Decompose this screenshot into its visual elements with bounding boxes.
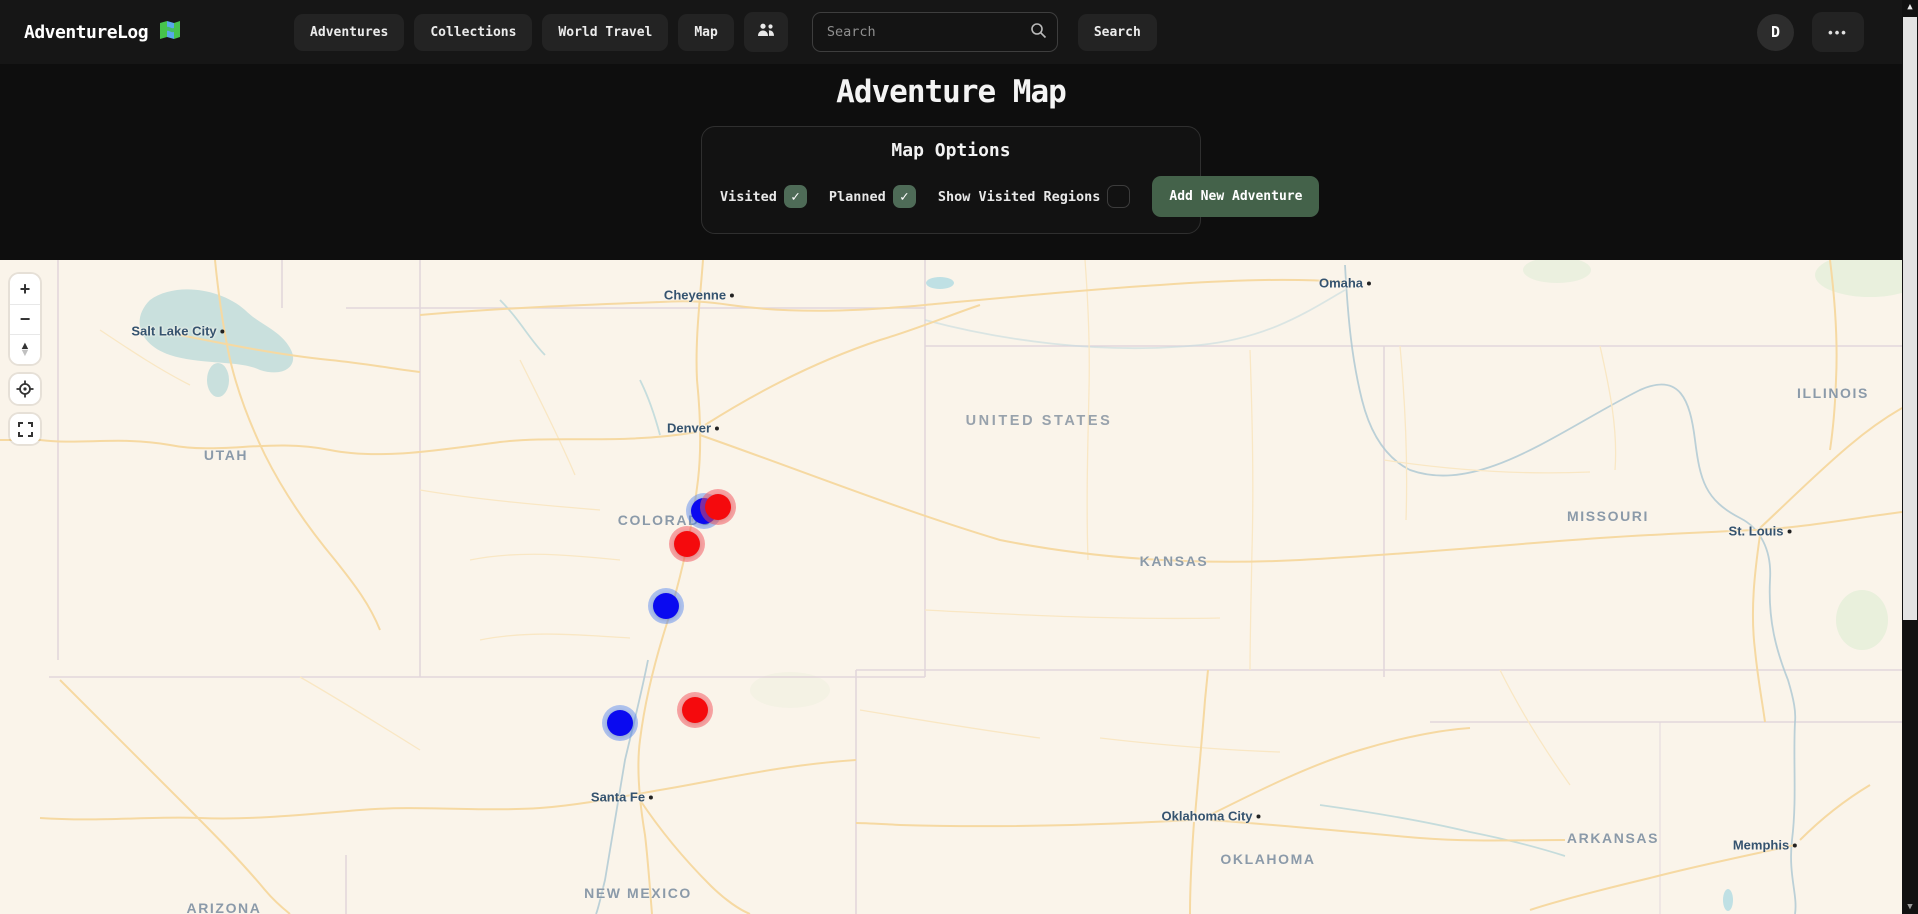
state-label: ARKANSAS bbox=[1567, 830, 1659, 846]
state-label: MISSOURI bbox=[1567, 508, 1649, 524]
scrollbar-up-arrow[interactable]: ▲ bbox=[1902, 2, 1918, 12]
city-label: Denver bbox=[667, 421, 719, 436]
blue-adventure-marker[interactable] bbox=[607, 710, 633, 736]
city-dot bbox=[1793, 843, 1797, 847]
show-regions-checkbox[interactable] bbox=[1107, 185, 1130, 208]
map-options-heading: Map Options bbox=[720, 140, 1182, 161]
navbar: AdventureLog Adventures Collections Worl… bbox=[0, 0, 1902, 64]
show-regions-toggle: Show Visited Regions bbox=[938, 185, 1131, 208]
users-button[interactable] bbox=[744, 12, 788, 52]
fullscreen-control-group bbox=[10, 414, 40, 444]
hero-section: Adventure Map Map Options Visited ✓ Plan… bbox=[0, 64, 1902, 260]
city-dot bbox=[715, 426, 719, 430]
city-label: Cheyenne bbox=[664, 288, 734, 303]
show-regions-label: Show Visited Regions bbox=[938, 189, 1101, 205]
country-label: UNITED STATES bbox=[966, 413, 1113, 429]
city-label: St. Louis bbox=[1729, 524, 1792, 539]
main-nav: Adventures Collections World Travel Map … bbox=[294, 12, 1157, 52]
city-label: Memphis bbox=[1733, 838, 1797, 853]
navbar-right: D ••• bbox=[1757, 12, 1878, 52]
search-button[interactable]: Search bbox=[1078, 14, 1157, 51]
compass-button[interactable]: ▲▼ bbox=[10, 334, 40, 364]
city-dot bbox=[1367, 281, 1371, 285]
state-label: OKLAHOMA bbox=[1220, 851, 1315, 867]
planned-toggle: Planned ✓ bbox=[829, 185, 916, 208]
state-label: ILLINOIS bbox=[1797, 385, 1869, 401]
locate-icon bbox=[16, 380, 34, 398]
map-controls: + − ▲▼ bbox=[10, 274, 40, 444]
city-label: Oklahoma City bbox=[1161, 809, 1260, 824]
city-dot bbox=[649, 795, 653, 799]
fullscreen-icon bbox=[17, 421, 34, 438]
planned-label: Planned bbox=[829, 189, 886, 205]
map-options-row: Visited ✓ Planned ✓ Show Visited Regions… bbox=[720, 176, 1182, 217]
scrollbar-thumb[interactable] bbox=[1903, 17, 1917, 620]
app-name: AdventureLog bbox=[24, 22, 148, 43]
search-field-wrap bbox=[812, 12, 1058, 52]
locate-button[interactable] bbox=[10, 374, 40, 404]
compass-icon: ▲▼ bbox=[20, 343, 31, 357]
zoom-out-button[interactable]: − bbox=[10, 304, 40, 334]
planned-checkbox[interactable]: ✓ bbox=[893, 185, 916, 208]
city-label: Santa Fe bbox=[591, 790, 653, 805]
nav-adventures-button[interactable]: Adventures bbox=[294, 14, 404, 51]
nav-collections-button[interactable]: Collections bbox=[414, 14, 532, 51]
zoom-control-group: + − ▲▼ bbox=[10, 274, 40, 364]
map-base-layer bbox=[0, 260, 1902, 914]
city-label: Omaha bbox=[1319, 276, 1371, 291]
city-dot bbox=[221, 329, 225, 333]
nav-world-travel-button[interactable]: World Travel bbox=[542, 14, 668, 51]
avatar[interactable]: D bbox=[1757, 14, 1794, 51]
visited-checkbox[interactable]: ✓ bbox=[784, 185, 807, 208]
red-adventure-marker[interactable] bbox=[682, 697, 708, 723]
visited-label: Visited bbox=[720, 189, 777, 205]
map-logo-icon bbox=[158, 18, 182, 46]
page-title: Adventure Map bbox=[0, 74, 1902, 110]
add-new-adventure-button[interactable]: Add New Adventure bbox=[1152, 176, 1319, 217]
state-label: ARIZONA bbox=[187, 900, 262, 914]
visited-toggle: Visited ✓ bbox=[720, 185, 807, 208]
city-dot bbox=[730, 293, 734, 297]
red-adventure-marker[interactable] bbox=[674, 531, 700, 557]
users-icon bbox=[757, 23, 775, 41]
city-dot bbox=[1787, 529, 1791, 533]
city-dot bbox=[1257, 814, 1261, 818]
window-scrollbar[interactable]: ▲ ▼ bbox=[1902, 0, 1918, 914]
more-menu-button[interactable]: ••• bbox=[1812, 12, 1864, 52]
map-options-card: Map Options Visited ✓ Planned ✓ Show Vis… bbox=[701, 126, 1201, 234]
locate-control-group bbox=[10, 374, 40, 404]
app-logo[interactable]: AdventureLog bbox=[24, 18, 182, 46]
blue-adventure-marker[interactable] bbox=[653, 593, 679, 619]
nav-map-button[interactable]: Map bbox=[678, 14, 733, 51]
state-label: KANSAS bbox=[1140, 553, 1209, 569]
state-label: UTAH bbox=[204, 447, 248, 463]
city-label: Salt Lake City bbox=[131, 324, 224, 339]
map-canvas[interactable]: Salt Lake City Cheyenne Denver Omaha St. Lou… bbox=[0, 260, 1902, 914]
search-icon bbox=[1030, 22, 1047, 43]
red-adventure-marker[interactable] bbox=[705, 494, 731, 520]
zoom-in-button[interactable]: + bbox=[10, 274, 40, 304]
fullscreen-button[interactable] bbox=[10, 414, 40, 444]
state-label: NEW MEXICO bbox=[584, 885, 692, 901]
search-input[interactable] bbox=[812, 12, 1058, 52]
scrollbar-down-arrow[interactable]: ▼ bbox=[1902, 902, 1918, 912]
